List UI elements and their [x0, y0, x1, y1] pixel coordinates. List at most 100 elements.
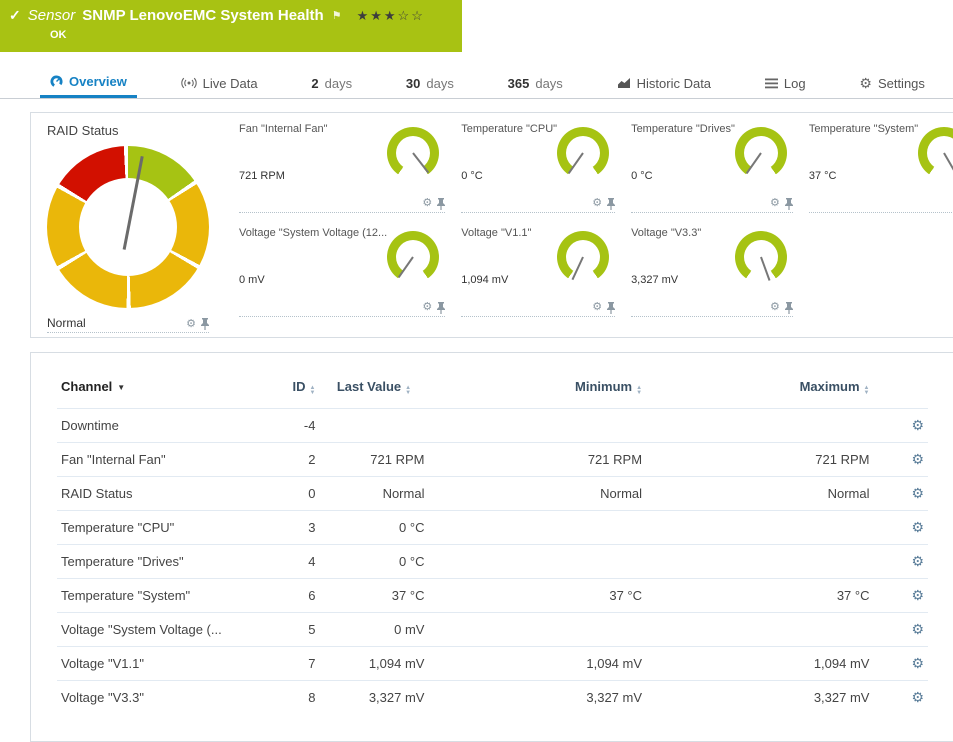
tab-30-days-number: 30 — [406, 76, 420, 91]
channel-maximum: 1,094 mV — [646, 647, 873, 681]
tab-live-data-label: Live Data — [203, 76, 258, 91]
mini-gauges-grid: Fan "Internal Fan" 721 RPM ⚙ Temperature… — [225, 113, 953, 337]
gauge-needle — [122, 156, 143, 250]
gear-icon[interactable]: ⚙ — [422, 198, 432, 209]
col-header-id[interactable]: ID▲▼ — [250, 369, 319, 409]
channel-id: 3 — [250, 511, 319, 545]
table-row: Voltage "System Voltage (... 5 0 mV ⚙ — [57, 613, 928, 647]
pin-icon[interactable] — [437, 198, 445, 210]
gauge-dial — [735, 127, 787, 179]
table-row: Fan "Internal Fan" 2 721 RPM 721 RPM 721… — [57, 443, 928, 477]
channel-name[interactable]: Voltage "V3.3" — [57, 681, 250, 715]
gauge-dial — [387, 127, 439, 179]
channel-minimum — [428, 545, 646, 579]
channel-settings-gear-icon[interactable]: ⚙ — [911, 621, 924, 637]
overview-gauge-icon — [50, 75, 63, 88]
status-check-icon: ✓ — [9, 7, 21, 24]
channel-settings-gear-icon[interactable]: ⚙ — [911, 655, 924, 671]
raid-status-panel: RAID Status Normal ⚙ — [31, 113, 225, 337]
gauge-needle — [572, 257, 584, 281]
live-data-icon — [181, 77, 197, 89]
channel-maximum — [646, 545, 873, 579]
channel-name[interactable]: RAID Status — [57, 477, 250, 511]
table-row: Downtime -4 ⚙ — [57, 409, 928, 443]
sensor-header: ✓ Sensor SNMP LenovoEMC System Health ⚑ … — [0, 0, 462, 52]
channel-name[interactable]: Fan "Internal Fan" — [57, 443, 250, 477]
channel-minimum — [428, 511, 646, 545]
channel-minimum: 721 RPM — [428, 443, 646, 477]
channel-settings-gear-icon[interactable]: ⚙ — [911, 451, 924, 467]
channel-last-value: 0 °C — [319, 545, 428, 579]
pin-icon[interactable] — [437, 302, 445, 314]
gauge-value: 37 °C — [809, 170, 837, 182]
channel-settings-gear-icon[interactable]: ⚙ — [911, 417, 924, 433]
sort-desc-icon: ▼ — [117, 383, 125, 392]
tab-historic-data[interactable]: Historic Data — [607, 68, 721, 98]
gauge-value: 1,094 mV — [461, 274, 508, 286]
priority-stars[interactable]: ★★★☆☆ — [357, 8, 425, 24]
pin-icon[interactable] — [785, 198, 793, 210]
channel-last-value: 1,094 mV — [319, 647, 428, 681]
tab-live-data[interactable]: Live Data — [171, 68, 268, 98]
channel-settings-gear-icon[interactable]: ⚙ — [911, 689, 924, 705]
channel-name[interactable]: Voltage "System Voltage (... — [57, 613, 250, 647]
col-header-channel[interactable]: Channel▼ — [57, 369, 250, 409]
channel-id: 5 — [250, 613, 319, 647]
sort-icon: ▲▼ — [636, 386, 642, 396]
channel-minimum: Normal — [428, 477, 646, 511]
channel-settings-gear-icon[interactable]: ⚙ — [911, 587, 924, 603]
col-header-maximum[interactable]: Maximum▲▼ — [646, 369, 873, 409]
table-row: Voltage "V3.3" 8 3,327 mV 3,327 mV 3,327… — [57, 681, 928, 715]
tab-30-days-unit: days — [426, 76, 453, 91]
gear-icon[interactable]: ⚙ — [592, 198, 602, 209]
table-row: Temperature "Drives" 4 0 °C ⚙ — [57, 545, 928, 579]
gauge-needle — [746, 152, 762, 174]
gauge-tile-temp-cpu: Temperature "CPU" 0 °C ⚙ — [461, 123, 615, 213]
pin-icon[interactable] — [607, 302, 615, 314]
channel-name[interactable]: Temperature "CPU" — [57, 511, 250, 545]
channel-last-value: 37 °C — [319, 579, 428, 613]
channel-name[interactable]: Downtime — [57, 409, 250, 443]
channel-id: 8 — [250, 681, 319, 715]
gear-icon[interactable]: ⚙ — [186, 319, 196, 330]
channel-name[interactable]: Temperature "Drives" — [57, 545, 250, 579]
status-badge: OK — [50, 29, 452, 41]
gear-icon[interactable]: ⚙ — [770, 302, 780, 313]
gear-icon[interactable]: ⚙ — [422, 302, 432, 313]
tab-log[interactable]: Log — [755, 68, 816, 98]
channel-settings-gear-icon[interactable]: ⚙ — [911, 485, 924, 501]
tab-365-days-unit: days — [535, 76, 562, 91]
channel-maximum: 37 °C — [646, 579, 873, 613]
gear-icon[interactable]: ⚙ — [770, 198, 780, 209]
channel-name[interactable]: Voltage "V1.1" — [57, 647, 250, 681]
flag-icon[interactable]: ⚑ — [332, 9, 342, 22]
channel-maximum — [646, 409, 873, 443]
tab-30-days[interactable]: 30 days — [396, 68, 464, 98]
pin-icon[interactable] — [607, 198, 615, 210]
col-header-last-value[interactable]: Last Value▲▼ — [319, 369, 428, 409]
channel-id: 2 — [250, 443, 319, 477]
gauges-card: RAID Status Normal ⚙ Fan "Internal Fan" … — [30, 112, 953, 338]
sort-icon: ▲▼ — [309, 386, 315, 396]
tab-settings[interactable]: ⚙ Settings — [849, 68, 935, 98]
gauge-value: 3,327 mV — [631, 274, 678, 286]
tab-365-days[interactable]: 365 days — [498, 68, 573, 98]
gear-icon[interactable]: ⚙ — [592, 302, 602, 313]
gauge-value: 0 °C — [631, 170, 653, 182]
pin-icon[interactable] — [785, 302, 793, 314]
tab-2-days[interactable]: 2 days — [301, 68, 362, 98]
channel-settings-gear-icon[interactable]: ⚙ — [911, 553, 924, 569]
channel-name[interactable]: Temperature "System" — [57, 579, 250, 613]
channel-settings-gear-icon[interactable]: ⚙ — [911, 519, 924, 535]
gauge-needle — [568, 152, 584, 174]
channel-last-value — [319, 409, 428, 443]
channel-last-value: 0 °C — [319, 511, 428, 545]
tab-overview-label: Overview — [69, 74, 127, 89]
gauge-value: 0 mV — [239, 274, 265, 286]
channel-minimum: 1,094 mV — [428, 647, 646, 681]
col-header-minimum[interactable]: Minimum▲▼ — [428, 369, 646, 409]
channels-table: Channel▼ ID▲▼ Last Value▲▼ Minimum▲▼ Max… — [57, 369, 928, 714]
tab-overview[interactable]: Overview — [40, 68, 137, 98]
pin-icon[interactable] — [201, 318, 209, 330]
gauge-needle — [398, 256, 414, 278]
